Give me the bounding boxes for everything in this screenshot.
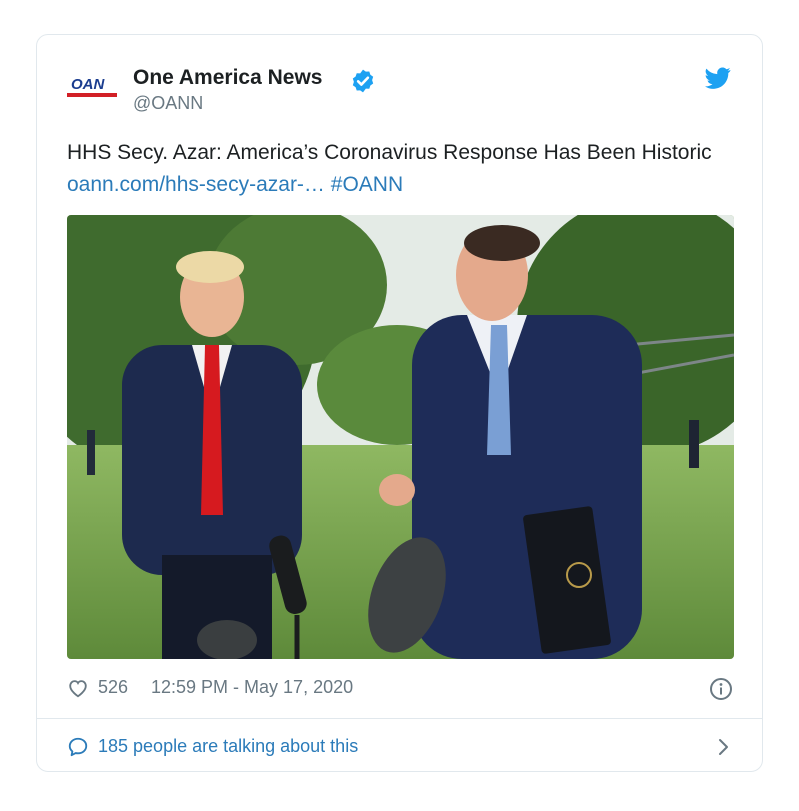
logo-stripe: [67, 93, 117, 97]
logo-text: OAN: [71, 76, 105, 93]
conversation-label: 185 people are talking about this: [98, 736, 359, 756]
tweet-body: HHS Secy. Azar: America’s Coronavirus Re…: [67, 141, 712, 164]
like-count[interactable]: 526: [98, 677, 128, 698]
tweet-link[interactable]: oann.com/hhs-secy-azar-…: [67, 173, 325, 196]
heart-icon[interactable]: [67, 677, 89, 699]
account-handle[interactable]: @OANN: [133, 93, 203, 114]
tweet-hashtag[interactable]: #OANN: [331, 173, 403, 196]
account-logo[interactable]: OAN: [67, 76, 117, 99]
speech-bubble-icon: [68, 737, 88, 757]
tweet-photo[interactable]: [67, 215, 734, 659]
tweet-text: HHS Secy. Azar: America’s Coronavirus Re…: [67, 137, 737, 201]
tweet-timestamp[interactable]: 12:59 PM - May 17, 2020: [151, 677, 353, 698]
footer-divider: [37, 718, 762, 719]
tweet-card: OAN One America News @OANN HHS Secy. Aza…: [36, 34, 763, 772]
verified-badge-icon: [352, 69, 374, 93]
twitter-bird-icon[interactable]: [705, 65, 731, 91]
chevron-right-icon[interactable]: [715, 737, 731, 757]
display-name[interactable]: One America News: [133, 66, 322, 90]
press-conference-photo: [67, 215, 734, 659]
info-icon[interactable]: [709, 677, 733, 701]
